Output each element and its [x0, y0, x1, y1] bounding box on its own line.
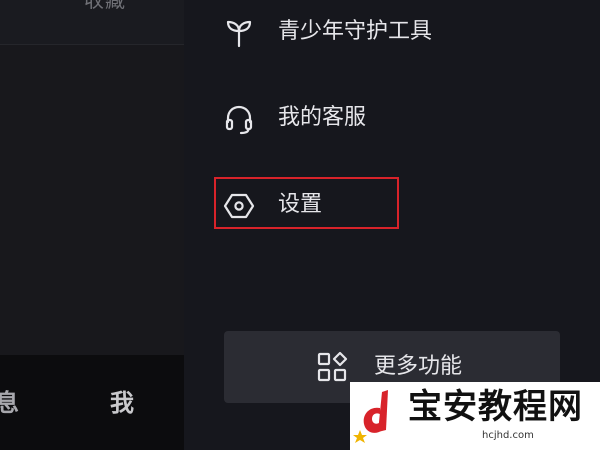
more-features-label: 更多功能 — [374, 354, 463, 379]
grid-apps-icon — [316, 351, 348, 383]
profile-page-background: 收藏 息 我 — [0, 0, 184, 450]
site-watermark: 宝安教程网 hcjhd.com — [350, 382, 600, 450]
menu-item-label: 我的客服 — [278, 105, 367, 130]
watermark-url: hcjhd.com — [482, 430, 534, 441]
tab-me[interactable]: 我 — [110, 385, 134, 421]
bottom-tab-bar — [0, 355, 184, 450]
sprout-icon — [222, 16, 256, 50]
menu-item-label: 青少年守护工具 — [278, 19, 433, 44]
headset-icon — [222, 102, 256, 136]
tab-messages[interactable]: 息 — [0, 385, 19, 421]
settings-highlight-box — [214, 177, 399, 229]
menu-item-customer-service[interactable]: 我的客服 — [222, 96, 482, 140]
favorites-tab-label[interactable]: 收藏 — [84, 0, 126, 10]
profile-top-strip: 收藏 — [0, 0, 184, 45]
menu-item-youth-protection[interactable]: 青少年守护工具 — [222, 10, 482, 54]
watermark-title: 宝安教程网 — [408, 387, 583, 427]
watermark-logo-icon — [352, 386, 410, 446]
